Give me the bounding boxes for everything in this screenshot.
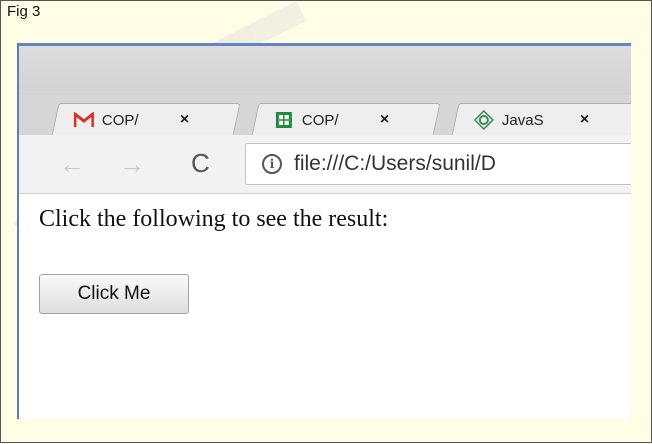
tab-label: JavaS: [501, 111, 544, 129]
browser-screenshot: COP/ × COP/ × JavaS × ← → C i file:///C:…: [17, 43, 631, 419]
gear-icon: [473, 110, 494, 130]
address-bar[interactable]: i file:///C:/Users/sunil/D: [245, 143, 631, 185]
tab-sheets[interactable]: COP/ ×: [251, 103, 441, 136]
tab-javascript[interactable]: JavaS ×: [451, 103, 631, 136]
tab-label: COP/: [101, 111, 139, 129]
close-icon[interactable]: ×: [580, 111, 589, 129]
close-icon[interactable]: ×: [180, 111, 189, 129]
back-arrow-icon[interactable]: ←: [59, 151, 85, 177]
browser-titlebar: [19, 43, 631, 95]
info-icon[interactable]: i: [262, 154, 282, 174]
sheets-icon: [274, 111, 294, 129]
browser-toolbar: ← → C i file:///C:/Users/sunil/D: [19, 135, 631, 194]
figure-label: Fig 3: [7, 3, 41, 20]
tab-label: COP/: [301, 111, 339, 129]
tab-strip: COP/ × COP/ × JavaS ×: [19, 95, 631, 136]
prompt-text: Click the following to see the result:: [39, 206, 389, 232]
url-text[interactable]: file:///C:/Users/sunil/D: [294, 152, 496, 176]
reload-icon[interactable]: C: [191, 149, 210, 177]
tab-gmail[interactable]: COP/ ×: [51, 103, 241, 136]
page-content: Click the following to see the result: C…: [19, 194, 631, 419]
close-icon[interactable]: ×: [380, 111, 389, 129]
figure-frame: Fig 3 COP/ × COP/ × JavaS × ← → C i file…: [0, 0, 652, 443]
gmail-icon: [73, 111, 94, 129]
click-me-button[interactable]: Click Me: [39, 274, 189, 314]
forward-arrow-icon[interactable]: →: [119, 151, 145, 177]
